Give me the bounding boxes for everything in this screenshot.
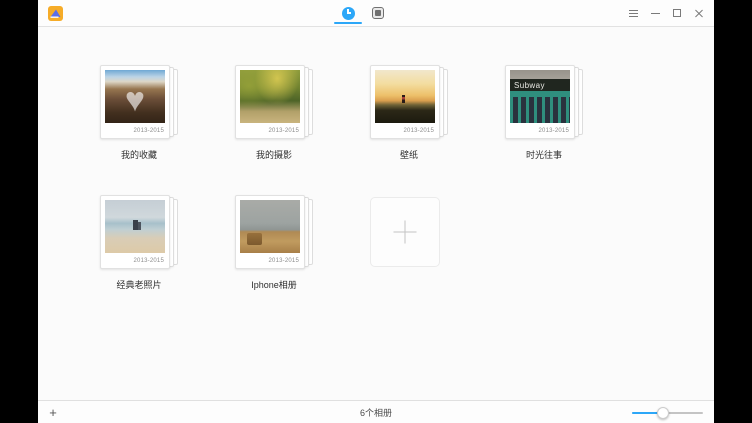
album-card[interactable]: Subway 2013-2015 时光往事 (505, 65, 583, 195)
album-date-range: 2013-2015 (134, 128, 165, 134)
album-name: 经典老照片 (100, 278, 178, 291)
album-date-range: 2013-2015 (134, 258, 165, 264)
album-name: 我的摄影 (235, 148, 313, 161)
album-polaroid[interactable]: 2013-2015 (235, 195, 305, 269)
album-cover: ♥ 2013-2015 (100, 65, 170, 139)
album-thumbnail (105, 200, 165, 253)
minimize-button[interactable] (644, 0, 666, 26)
tab-albums[interactable] (363, 0, 393, 26)
window-controls (622, 0, 710, 26)
maximize-button[interactable] (666, 0, 688, 26)
clock-icon (342, 7, 355, 20)
thumbnail-overlay (375, 70, 435, 123)
album-thumbnail: Subway (510, 70, 570, 123)
close-icon (694, 8, 704, 18)
menu-button[interactable] (622, 0, 644, 26)
album-card[interactable]: 2013-2015 Iphone相册 (235, 195, 313, 325)
album-cover: 2013-2015 (100, 195, 170, 269)
thumbnail-overlay (105, 200, 165, 253)
album-card[interactable]: 2013-2015 壁纸 (370, 65, 448, 195)
image-viewer-app-icon (48, 6, 63, 21)
add-album-tile[interactable] (370, 195, 448, 325)
album-date-range: 2013-2015 (539, 128, 570, 134)
zoom-slider[interactable] (632, 401, 703, 423)
album-cover: 2013-2015 (370, 65, 440, 139)
menu-icon (629, 10, 638, 17)
album-icon (372, 7, 384, 19)
album-name: 时光往事 (505, 148, 583, 161)
album-grid: ♥ 2013-2015 我的收藏 2013-2015 我的摄影 (100, 27, 640, 325)
album-cover: 2013-2015 (235, 65, 305, 139)
album-thumbnail (375, 70, 435, 123)
thumbnail-overlay (240, 200, 300, 253)
album-thumbnail: ♥ (105, 70, 165, 123)
album-name: 壁纸 (370, 148, 448, 161)
tab-timeline[interactable] (333, 0, 363, 26)
album-card[interactable]: ♥ 2013-2015 我的收藏 (100, 65, 178, 195)
album-polaroid[interactable]: 2013-2015 (370, 65, 440, 139)
maximize-icon (673, 9, 681, 17)
album-count-label: 6个相册 (38, 401, 714, 423)
close-button[interactable] (688, 0, 710, 26)
app-window: ♥ 2013-2015 我的收藏 2013-2015 我的摄影 (38, 0, 714, 423)
titlebar (38, 0, 714, 27)
album-polaroid[interactable]: 2013-2015 (235, 65, 305, 139)
album-card[interactable]: 2013-2015 经典老照片 (100, 195, 178, 325)
plus-icon (394, 232, 417, 233)
album-name: 我的收藏 (100, 148, 178, 161)
album-polaroid[interactable]: ♥ 2013-2015 (100, 65, 170, 139)
album-thumbnail (240, 70, 300, 123)
album-view: ♥ 2013-2015 我的收藏 2013-2015 我的摄影 (38, 27, 714, 400)
thumbnail-overlay: Subway (510, 70, 570, 123)
thumbnail-overlay (240, 70, 300, 123)
album-polaroid[interactable]: 2013-2015 (100, 195, 170, 269)
album-date-range: 2013-2015 (404, 128, 435, 134)
view-tabs (333, 0, 393, 26)
album-polaroid[interactable]: Subway 2013-2015 (505, 65, 575, 139)
statusbar: + 6个相册 (38, 400, 714, 423)
add-album-box[interactable] (370, 197, 440, 267)
album-cover: 2013-2015 (235, 195, 305, 269)
album-name: Iphone相册 (235, 278, 313, 291)
album-date-range: 2013-2015 (269, 258, 300, 264)
album-card[interactable]: 2013-2015 我的摄影 (235, 65, 313, 195)
album-thumbnail (240, 200, 300, 253)
minimize-icon (651, 13, 660, 14)
slider-handle[interactable] (657, 407, 669, 419)
album-cover: Subway 2013-2015 (505, 65, 575, 139)
album-date-range: 2013-2015 (269, 128, 300, 134)
thumbnail-overlay: ♥ (105, 70, 165, 123)
